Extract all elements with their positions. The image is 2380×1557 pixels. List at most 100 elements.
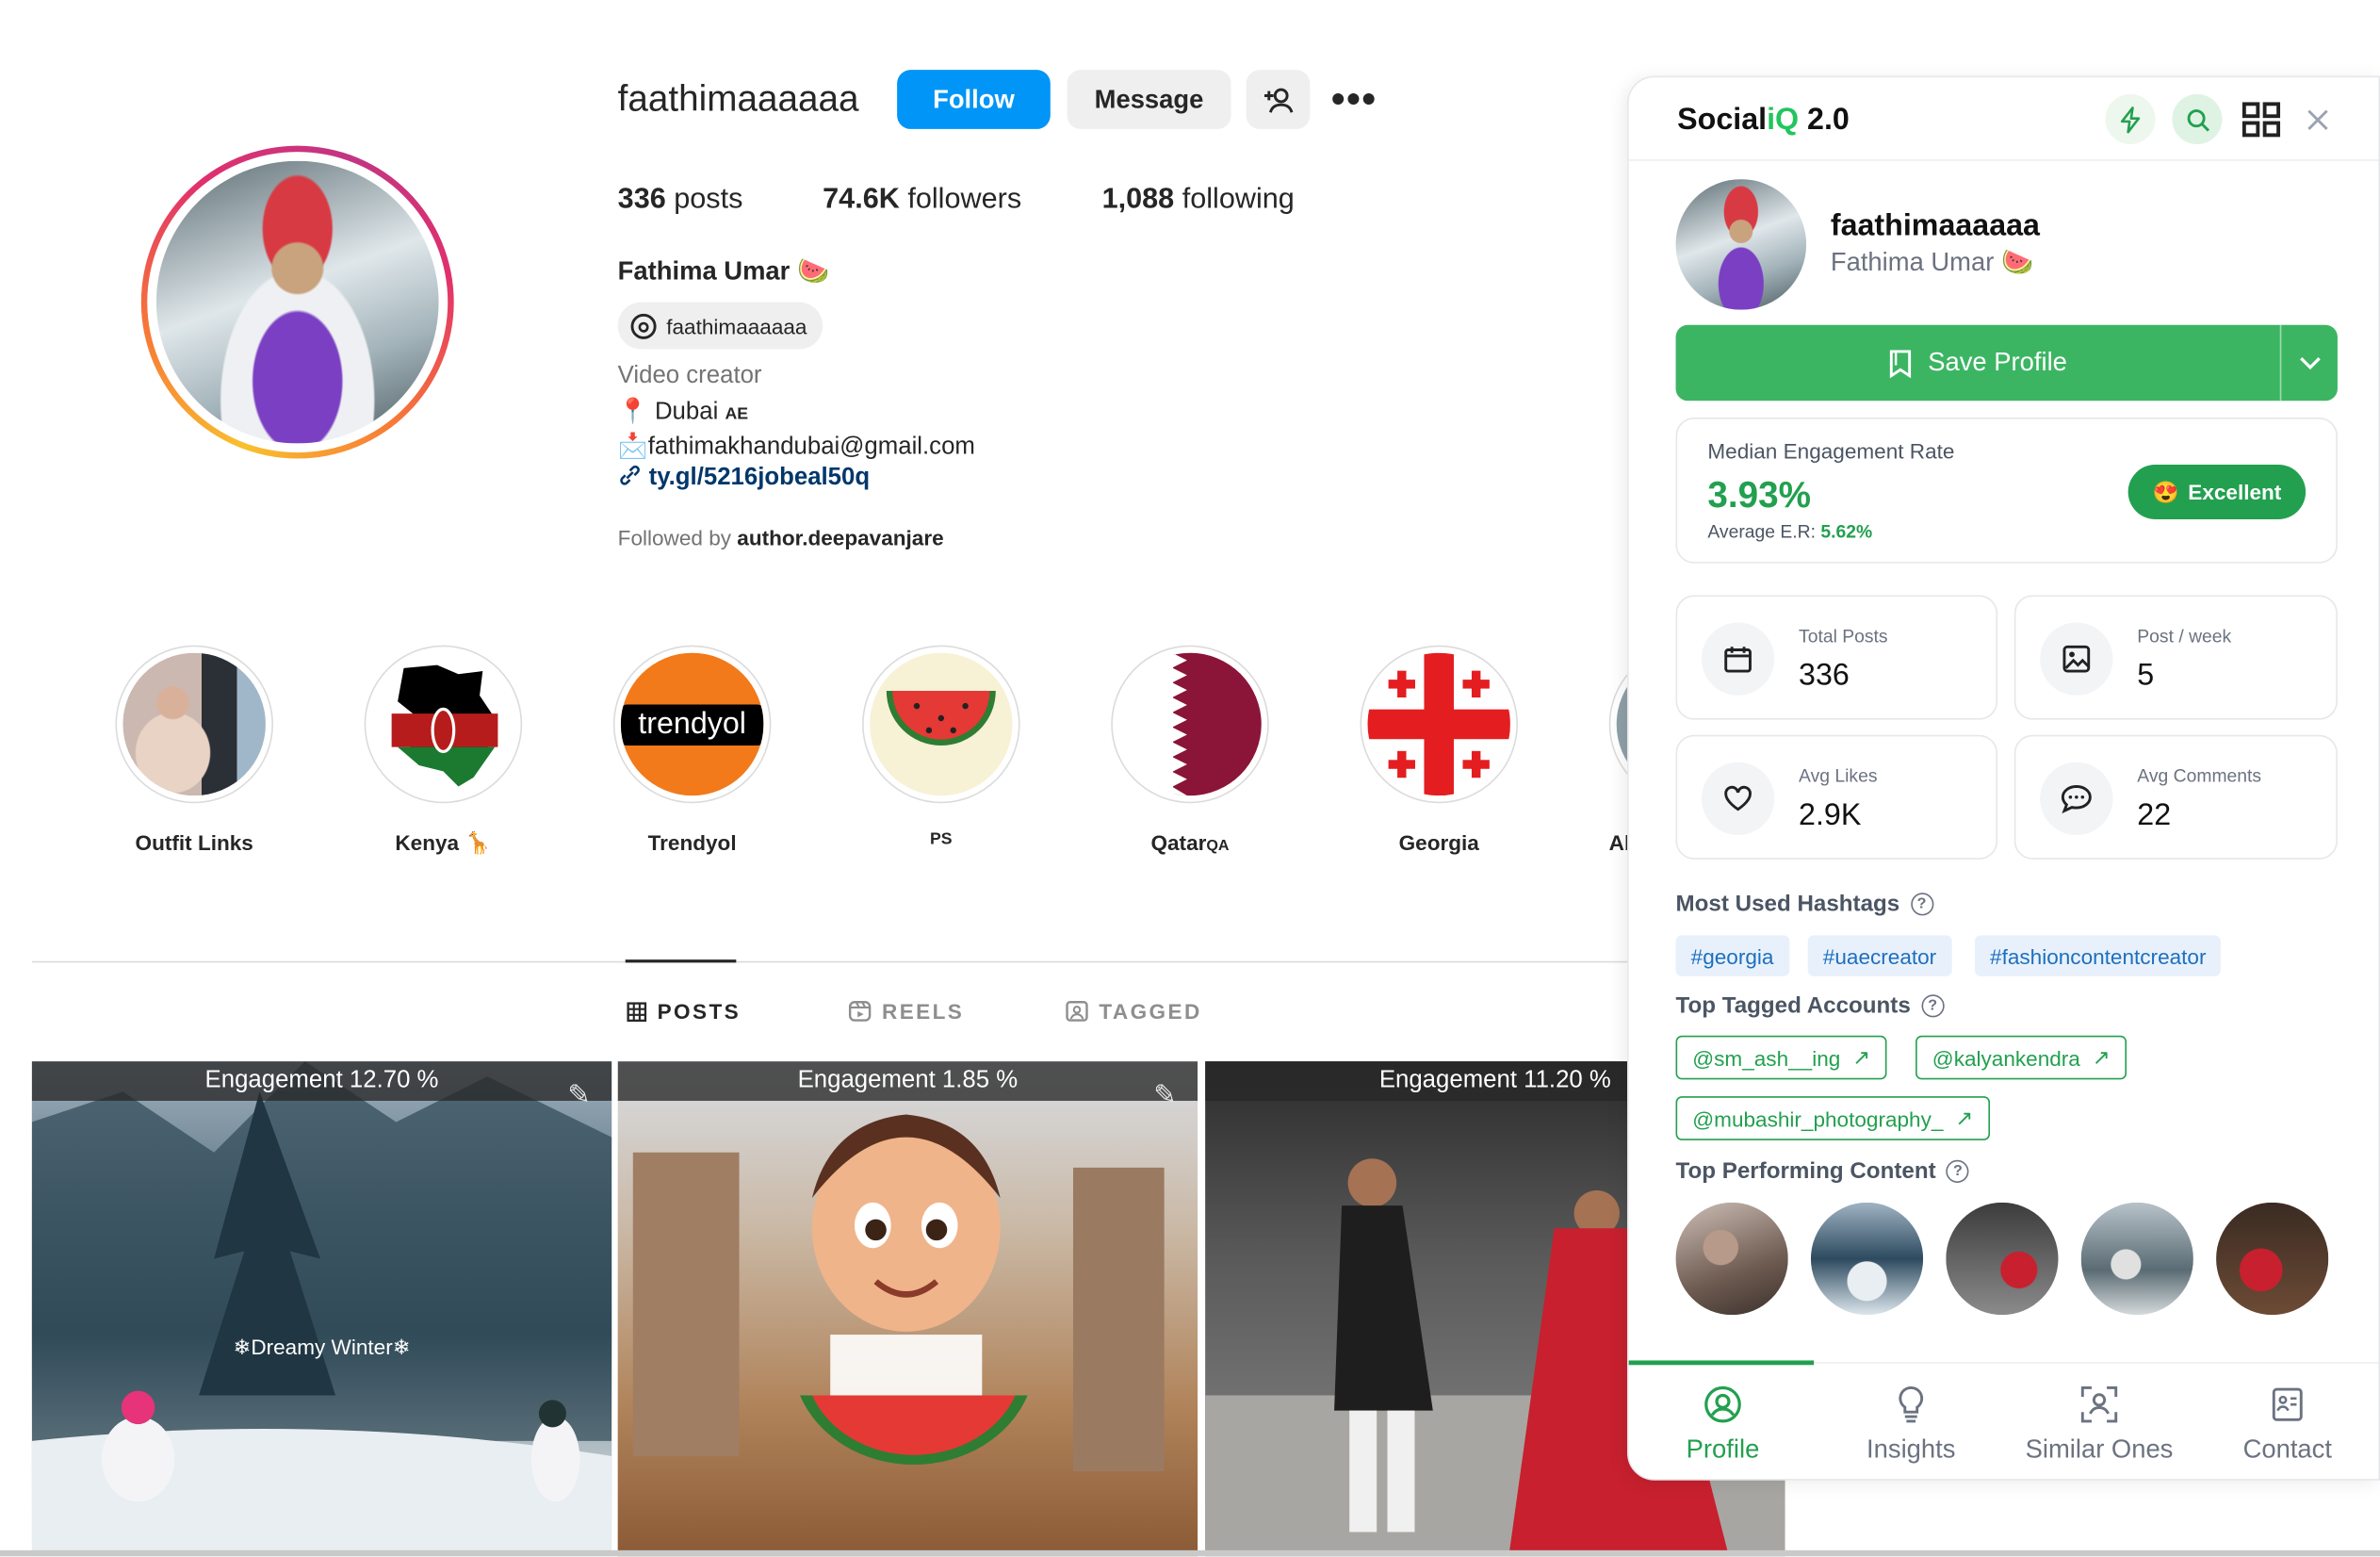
tab-reels[interactable]: REELS — [848, 999, 965, 1024]
followed-by[interactable]: Followed by author.deepavanjare — [618, 525, 944, 549]
socialiq-panel: SocialiQ 2.0 faathimaaaaaa Fathima Umar … — [1626, 75, 2380, 1481]
highlight-label: Trendyol — [647, 830, 737, 855]
help-icon[interactable]: ? — [1921, 994, 1945, 1018]
image-icon — [2040, 622, 2113, 696]
highlight-outfit-links[interactable]: Outfit Links — [115, 645, 273, 855]
tab-tagged[interactable]: TAGGED — [1066, 999, 1202, 1024]
tagged-account-handle: @kalyankendra — [1932, 1045, 2080, 1070]
active-tab-indicator — [625, 959, 737, 963]
top-content-thumb[interactable] — [2080, 1202, 2193, 1316]
pin-icon: ✎ — [1153, 1079, 1177, 1110]
top-content-thumb[interactable] — [2216, 1202, 2329, 1316]
save-profile-label: Save Profile — [1928, 347, 2067, 377]
posts-count-value: 336 — [617, 183, 666, 216]
comment-icon — [2040, 762, 2113, 836]
followed-by-prefix: Followed by — [617, 525, 732, 550]
tagged-icon — [1066, 1001, 1088, 1022]
posts-label: posts — [674, 183, 743, 216]
contact-card-icon — [2272, 1387, 2303, 1421]
profile-link[interactable]: ty.gl/5216jobeal50q — [618, 465, 870, 492]
search-button[interactable] — [2172, 93, 2223, 145]
post-tile[interactable]: ❄Dreamy Winter❄ Engagement 12.70 % ✎ — [31, 1061, 612, 1557]
calendar-icon — [1701, 622, 1775, 696]
er-average: Average E.R: 5.62% — [1707, 521, 1872, 543]
panel-username: faathimaaaaaa — [1830, 209, 2040, 243]
top-content-thumb[interactable] — [1946, 1202, 2059, 1316]
stat-card-post-week: Post / week 5 — [2013, 595, 2338, 720]
top-content-thumb[interactable] — [1675, 1202, 1788, 1316]
posts-count: 336 posts — [618, 184, 743, 217]
engagement-badge: Engagement 12.70 % — [31, 1061, 612, 1101]
nav-insights[interactable]: Insights — [1817, 1384, 2005, 1466]
location-text: Dubai — [654, 399, 719, 426]
stat-card-avg-comments: Avg Comments 22 — [2013, 734, 2338, 860]
giraffe-emoji: 🦒 — [465, 830, 492, 855]
following-count-value: 1,088 — [1101, 183, 1175, 216]
save-options-dropdown[interactable] — [2279, 324, 2338, 402]
external-link-icon: ↗ — [1955, 1105, 1974, 1130]
profile-avatar-ring[interactable] — [140, 145, 454, 459]
heart-eyes-emoji: 😍 — [2152, 479, 2179, 504]
stat-value: 5 — [2137, 659, 2155, 693]
nav-profile[interactable]: Profile — [1629, 1384, 1818, 1466]
profile-email: 📩fathimakhandubai@gmail.com — [618, 432, 975, 462]
logo-iq: iQ — [1767, 103, 1800, 137]
watermelon-icon — [886, 691, 996, 746]
suggest-user-button[interactable] — [1246, 70, 1311, 129]
tab-posts[interactable]: POSTS — [627, 999, 741, 1024]
chevron-down-icon — [2299, 356, 2320, 369]
stat-value: 336 — [1799, 659, 1850, 693]
hashtag-chip[interactable]: #uaecreator — [1807, 935, 1952, 976]
save-profile-button[interactable]: Save Profile — [1675, 324, 2338, 402]
following-count[interactable]: 1,088 following — [1102, 184, 1295, 217]
highlight-kenya[interactable]: Kenya 🦒 — [364, 645, 523, 857]
message-button[interactable]: Message — [1067, 70, 1231, 129]
hashtag-chip[interactable]: #georgia — [1675, 935, 1789, 976]
tagged-title-text: Top Tagged Accounts — [1675, 992, 1911, 1019]
followers-count-value: 74.6K — [823, 183, 900, 216]
highlight-cover: trendyol — [620, 652, 764, 796]
dashboard-button[interactable] — [2236, 94, 2286, 144]
threads-link[interactable]: faathimaaaaaa — [617, 302, 823, 350]
pin-icon: ✎ — [567, 1079, 591, 1110]
close-button[interactable] — [2292, 94, 2342, 144]
stat-label: Avg Comments — [2137, 764, 2262, 787]
followers-count[interactable]: 74.6K followers — [823, 184, 1021, 217]
tagged-account-link[interactable]: @sm_ash__ing ↗ — [1675, 1035, 1887, 1080]
threads-icon — [630, 313, 657, 339]
help-icon[interactable]: ? — [1946, 1159, 1970, 1183]
tagged-account-link[interactable]: @mubashir_photography_ ↗ — [1675, 1096, 1990, 1140]
post-overlay-text: ❄Dreamy Winter❄ — [233, 1335, 411, 1359]
post-tile[interactable]: Engagement 1.85 % ✎ — [617, 1061, 1198, 1557]
nav-contact[interactable]: Contact — [2193, 1384, 2379, 1466]
logo-version: 2.0 — [1799, 103, 1850, 137]
highlight-georgia[interactable]: Georgia — [1360, 645, 1518, 855]
tagged-account-link[interactable]: @kalyankendra ↗ — [1915, 1035, 2127, 1080]
highlight-qatar[interactable]: QatarQA — [1111, 645, 1269, 855]
follow-button[interactable]: Follow — [897, 70, 1051, 129]
tab-tagged-label: TAGGED — [1099, 999, 1202, 1024]
panel-header: SocialiQ 2.0 — [1628, 77, 2379, 161]
help-icon[interactable]: ? — [1910, 893, 1933, 916]
qatar-flag-icon — [1172, 652, 1187, 796]
add-person-icon — [1263, 87, 1294, 112]
hashtag-chip[interactable]: #fashioncontentcreator — [1974, 935, 2222, 976]
panel-avatar — [1675, 179, 1807, 310]
highlight-trendyol[interactable]: trendyol Trendyol — [612, 645, 772, 855]
top-content-thumb[interactable] — [1810, 1202, 1924, 1316]
nav-similar[interactable]: Similar Ones — [2005, 1384, 2193, 1466]
highlight-cover — [1367, 652, 1510, 796]
link-text: ty.gl/5216jobeal50q — [648, 464, 871, 491]
nav-contact-label: Contact — [2242, 1434, 2332, 1465]
stat-value: 22 — [2137, 798, 2172, 832]
nav-insights-label: Insights — [1867, 1434, 1956, 1465]
followers-label: followers — [907, 183, 1022, 216]
save-profile-main[interactable]: Save Profile — [1676, 325, 2280, 402]
flash-button[interactable] — [2105, 93, 2156, 145]
er-title: Median Engagement Rate — [1707, 438, 1955, 464]
more-options-icon[interactable]: ••• — [1331, 76, 1377, 123]
highlight-cover — [870, 652, 1013, 796]
logo-prefix: Social — [1677, 103, 1768, 137]
highlight-ps[interactable]: PS — [862, 645, 1020, 849]
watermelon-emoji: 🍉 — [2000, 247, 2034, 277]
